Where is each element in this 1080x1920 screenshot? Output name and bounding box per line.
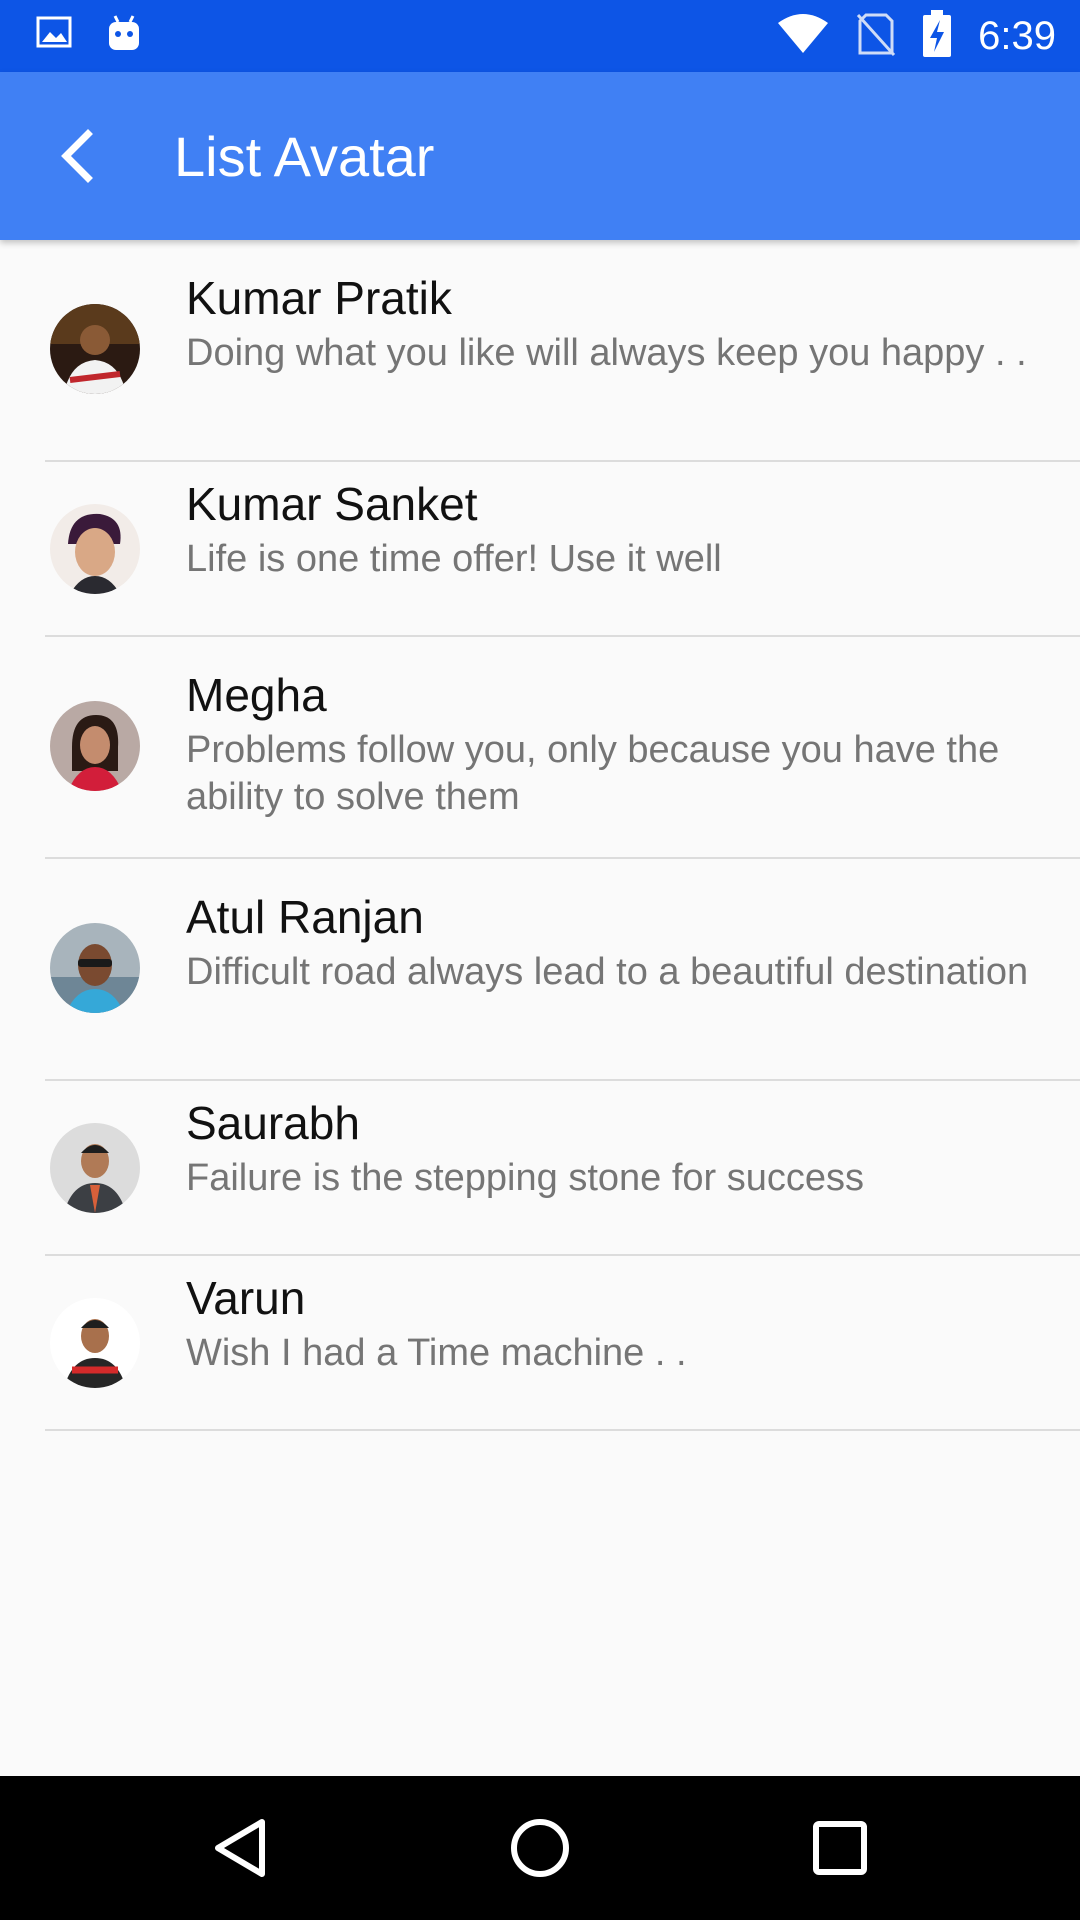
contact-list: Kumar Pratik Doing what you like will al… [0, 240, 1080, 1431]
list-item[interactable]: Varun Wish I had a Time machine . . [0, 1256, 1080, 1431]
contact-name: Varun [186, 1272, 306, 1324]
battery-charging-icon [922, 10, 952, 63]
divider [45, 1429, 1080, 1431]
recents-square-icon[interactable] [808, 1816, 872, 1880]
list-item[interactable]: Kumar Sanket Life is one time offer! Use… [0, 462, 1080, 637]
status-bar: 6:39 [0, 0, 1080, 72]
android-icon [106, 14, 142, 59]
navigation-bar [0, 1776, 1080, 1920]
page-title: List Avatar [174, 125, 435, 188]
back-triangle-icon[interactable] [208, 1816, 272, 1880]
list-item[interactable]: Megha Problems follow you, only because … [0, 637, 1080, 859]
contact-quote: Problems follow you, only because you ha… [186, 729, 1000, 818]
contact-quote: Wish I had a Time machine . . [186, 1332, 687, 1374]
list-item[interactable]: Kumar Pratik Doing what you like will al… [0, 240, 1080, 462]
contact-quote: Difficult road always lead to a beautifu… [186, 951, 1029, 993]
contact-name: Megha [186, 669, 327, 721]
wifi-icon [776, 13, 830, 60]
list-item[interactable]: Atul Ranjan Difficult road always lead t… [0, 859, 1080, 1081]
avatar [50, 1298, 140, 1388]
contact-name: Kumar Pratik [186, 272, 452, 324]
status-time: 6:39 [978, 14, 1056, 58]
back-arrow-icon[interactable] [54, 126, 104, 186]
contact-name: Saurabh [186, 1097, 360, 1149]
contact-name: Atul Ranjan [186, 891, 424, 943]
avatar [50, 504, 140, 594]
contact-quote: Doing what you like will always keep you… [186, 332, 1027, 374]
no-sim-icon [856, 11, 896, 62]
avatar [50, 1123, 140, 1213]
list-item[interactable]: Saurabh Failure is the stepping stone fo… [0, 1081, 1080, 1256]
avatar [50, 701, 140, 791]
contact-quote: Failure is the stepping stone for succes… [186, 1157, 865, 1199]
avatar [50, 923, 140, 1013]
avatar [50, 304, 140, 394]
home-circle-icon[interactable] [508, 1816, 572, 1880]
contact-name: Kumar Sanket [186, 478, 478, 530]
contact-quote: Life is one time offer! Use it well [186, 538, 722, 580]
app-bar: List Avatar [0, 72, 1080, 240]
image-icon [36, 14, 72, 59]
